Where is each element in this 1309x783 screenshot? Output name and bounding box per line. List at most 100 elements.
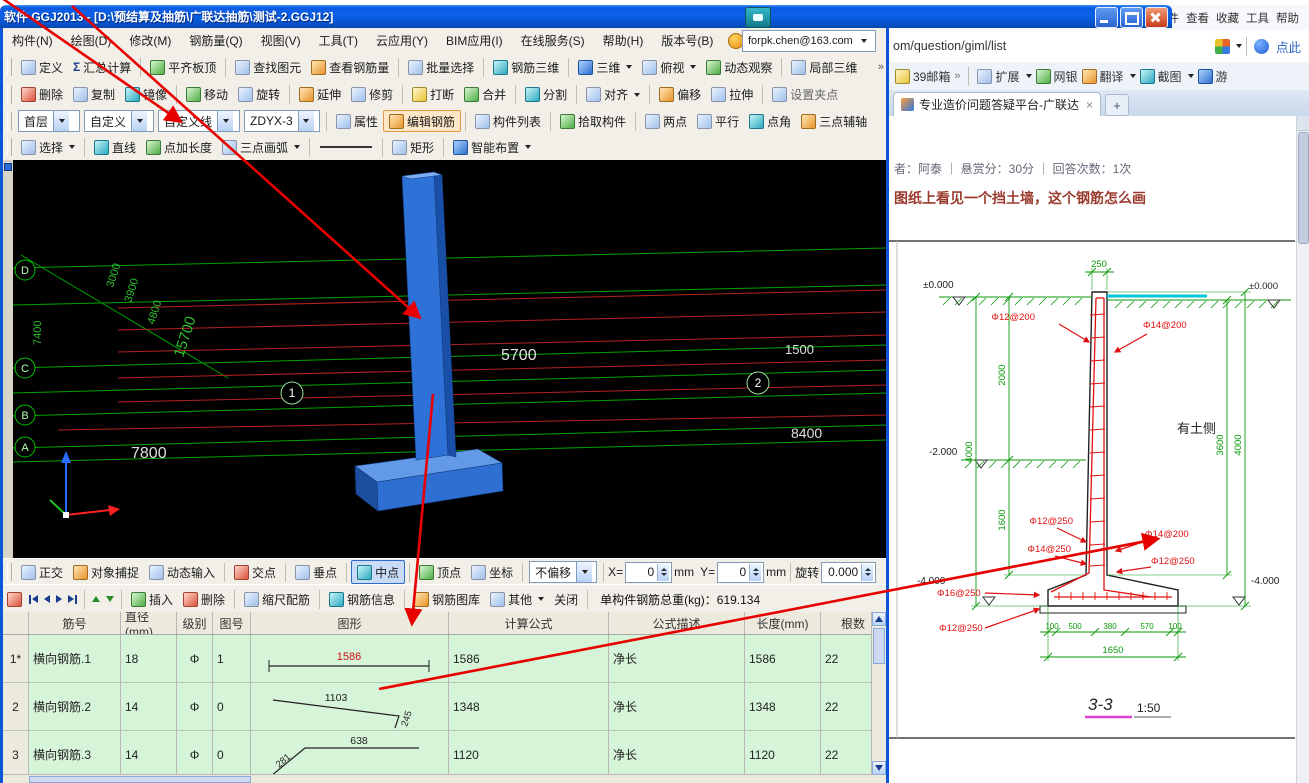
menu-bim[interactable]: BIM应用(I) — [437, 28, 512, 53]
bookmark-screenshot[interactable]: 截图 — [1140, 68, 1194, 85]
scroll-up-arrow[interactable] — [872, 612, 886, 626]
table-row[interactable]: 1* 横向钢筋.1 18 Φ 1 1586 1586 净长 1586 22 — [3, 635, 886, 683]
three-point-aux-axis-button[interactable]: 三点辅轴 — [796, 110, 872, 132]
x-spinner[interactable] — [657, 564, 669, 581]
snap-coordinate[interactable]: 坐标 — [466, 561, 518, 583]
table-vertical-scrollbar[interactable] — [871, 612, 886, 775]
scroll-thumb[interactable] — [873, 628, 885, 664]
cad-viewport[interactable]: D C B A 1 2 7400 3000 3900 4800 15700 — [13, 160, 886, 558]
table-row[interactable]: 2 横向钢筋.2 14 Φ 0 1103 245 1348 净长 1348 22 — [3, 683, 886, 731]
properties-button[interactable]: 属性 — [331, 110, 383, 132]
point-length-button[interactable]: 点加长度 — [141, 136, 217, 158]
toolbar-grip[interactable] — [7, 58, 12, 76]
y-spinner[interactable] — [749, 564, 761, 581]
move-down-button[interactable] — [103, 589, 117, 609]
parallel-axis-button[interactable]: 平行 — [692, 110, 744, 132]
point-angle-axis-button[interactable]: 点角 — [744, 110, 796, 132]
scaled-rebar-button[interactable]: 缩尺配筋 — [239, 588, 315, 610]
x-input[interactable]: 0 — [625, 562, 672, 583]
insert-row-button[interactable]: 插入 — [126, 588, 178, 610]
break-button[interactable]: 打断 — [407, 84, 459, 106]
line-button[interactable]: 直线 — [89, 136, 141, 158]
browser-address-bar[interactable]: om/question/giml/list 点此 — [889, 30, 1309, 63]
browser-menu-help[interactable]: 帮助 — [1276, 10, 1299, 26]
rotation-input[interactable]: 0.000 — [821, 562, 876, 583]
batch-select-button[interactable]: 批量选择 — [403, 56, 479, 78]
header-grade[interactable]: 级别 — [177, 612, 213, 634]
delete-button[interactable]: 删除 — [16, 84, 68, 106]
first-row-button[interactable] — [26, 589, 41, 609]
two-point-axis-button[interactable]: 两点 — [640, 110, 692, 132]
menu-help[interactable]: 帮助(H) — [594, 28, 653, 53]
dynamic-input-toggle[interactable]: 动态输入 — [144, 561, 220, 583]
rebar-3d-button[interactable]: 钢筋三维 — [488, 56, 564, 78]
toolbar-overflow-chevron[interactable]: » — [878, 61, 884, 73]
move-button[interactable]: 移动 — [181, 84, 233, 106]
select-button[interactable]: 选择 — [16, 136, 80, 158]
trim-button[interactable]: 修剪 — [346, 84, 398, 106]
apply-icon[interactable] — [7, 592, 22, 607]
merge-button[interactable]: 合并 — [459, 84, 511, 106]
prev-row-button[interactable] — [41, 589, 53, 609]
header-formula[interactable]: 计算公式 — [449, 612, 609, 634]
menu-cloud[interactable]: 云应用(Y) — [367, 28, 437, 53]
scroll-up-arrow[interactable] — [1297, 116, 1309, 131]
browser-menu-tools[interactable]: 工具 — [1246, 10, 1269, 26]
apps-grid-icon[interactable] — [1215, 39, 1230, 54]
bookmark-game[interactable]: 游 — [1198, 68, 1228, 85]
last-row-button[interactable] — [65, 589, 80, 609]
menu-rebar-qty[interactable]: 钢筋量(Q) — [180, 28, 251, 53]
browser-menu-view[interactable]: 查看 — [1186, 10, 1209, 26]
rotate-button[interactable]: 旋转 — [233, 84, 285, 106]
mirror-button[interactable]: 镜像 — [120, 84, 172, 106]
ggj-titlebar[interactable]: 软件 GGJ2013 - [D:\预结算及抽筋\广联达抽筋\测试-2.GGJ12… — [0, 5, 1172, 28]
snap-vertex[interactable]: 顶点 — [414, 561, 466, 583]
browser-badge-icon[interactable] — [1254, 39, 1269, 54]
new-tab-button[interactable]: + — [1105, 94, 1129, 116]
osnap-toggle[interactable]: 对象捕捉 — [68, 561, 144, 583]
browser-menu-favorites[interactable]: 收藏 — [1216, 10, 1239, 26]
scroll-down-arrow[interactable] — [872, 761, 886, 775]
menu-component[interactable]: 构件(N) — [3, 28, 62, 53]
summary-calc-button[interactable]: Σ汇总计算 — [68, 56, 136, 78]
header-length[interactable]: 长度(mm) — [745, 612, 821, 634]
pick-component-button[interactable]: 拾取构件 — [555, 110, 631, 132]
extend-button[interactable]: 延伸 — [294, 84, 346, 106]
account-dropdown[interactable]: forpk.chen@163.com — [742, 30, 876, 52]
line-style-preview[interactable] — [320, 146, 372, 148]
move-up-button[interactable] — [89, 589, 103, 609]
three-point-arc-button[interactable]: 三点画弧 — [217, 136, 305, 158]
toolbar-grip[interactable] — [7, 86, 12, 104]
edit-rebar-button[interactable]: 编辑钢筋 — [383, 110, 461, 132]
menu-version[interactable]: 版本号(B) — [652, 28, 722, 53]
floor-combo[interactable]: 首层 — [18, 110, 80, 132]
view-3d-button[interactable]: 三维 — [573, 56, 637, 78]
bookmark-translate[interactable]: 翻译 — [1082, 68, 1136, 85]
stretch-button[interactable]: 拉伸 — [706, 84, 758, 106]
menu-tools[interactable]: 工具(T) — [310, 28, 367, 53]
header-shape[interactable]: 图形 — [251, 612, 449, 634]
docked-panel-strip[interactable] — [3, 160, 13, 558]
table-horizontal-scrollbar[interactable] — [3, 774, 886, 783]
chevron-down-icon[interactable] — [1236, 44, 1242, 48]
align-button[interactable]: 对齐 — [581, 84, 645, 106]
combo-button[interactable] — [298, 111, 314, 131]
menu-modify[interactable]: 修改(M) — [120, 28, 180, 53]
tab-close-icon[interactable]: × — [1086, 98, 1093, 112]
combo-button[interactable] — [217, 111, 233, 131]
table-row[interactable]: 3 横向钢筋.3 14 Φ 0 638 281 1120 净长 1120 22 — [3, 731, 886, 779]
tab-qa-platform[interactable]: 专业造价问题答疑平台-广联达 × — [893, 92, 1101, 116]
rotation-spinner[interactable] — [861, 564, 873, 581]
header-bar-name[interactable]: 筋号 — [29, 612, 121, 634]
find-element-button[interactable]: 查找图元 — [230, 56, 306, 78]
question-title[interactable]: 图纸上看见一个挡土墙，这个钢筋怎么画 — [894, 188, 1146, 208]
snap-perpendicular[interactable]: 垂点 — [290, 561, 342, 583]
header-formula-desc[interactable]: 公式描述 — [609, 612, 745, 634]
scroll-thumb[interactable] — [29, 776, 251, 783]
rectangle-button[interactable]: 矩形 — [387, 136, 439, 158]
menu-draw[interactable]: 绘图(D) — [62, 28, 121, 53]
smart-layout-button[interactable]: 智能布置 — [448, 136, 536, 158]
copy-button[interactable]: 复制 — [68, 84, 120, 106]
set-grips-button[interactable]: 设置夹点 — [767, 84, 843, 106]
combo-button[interactable] — [131, 111, 147, 131]
